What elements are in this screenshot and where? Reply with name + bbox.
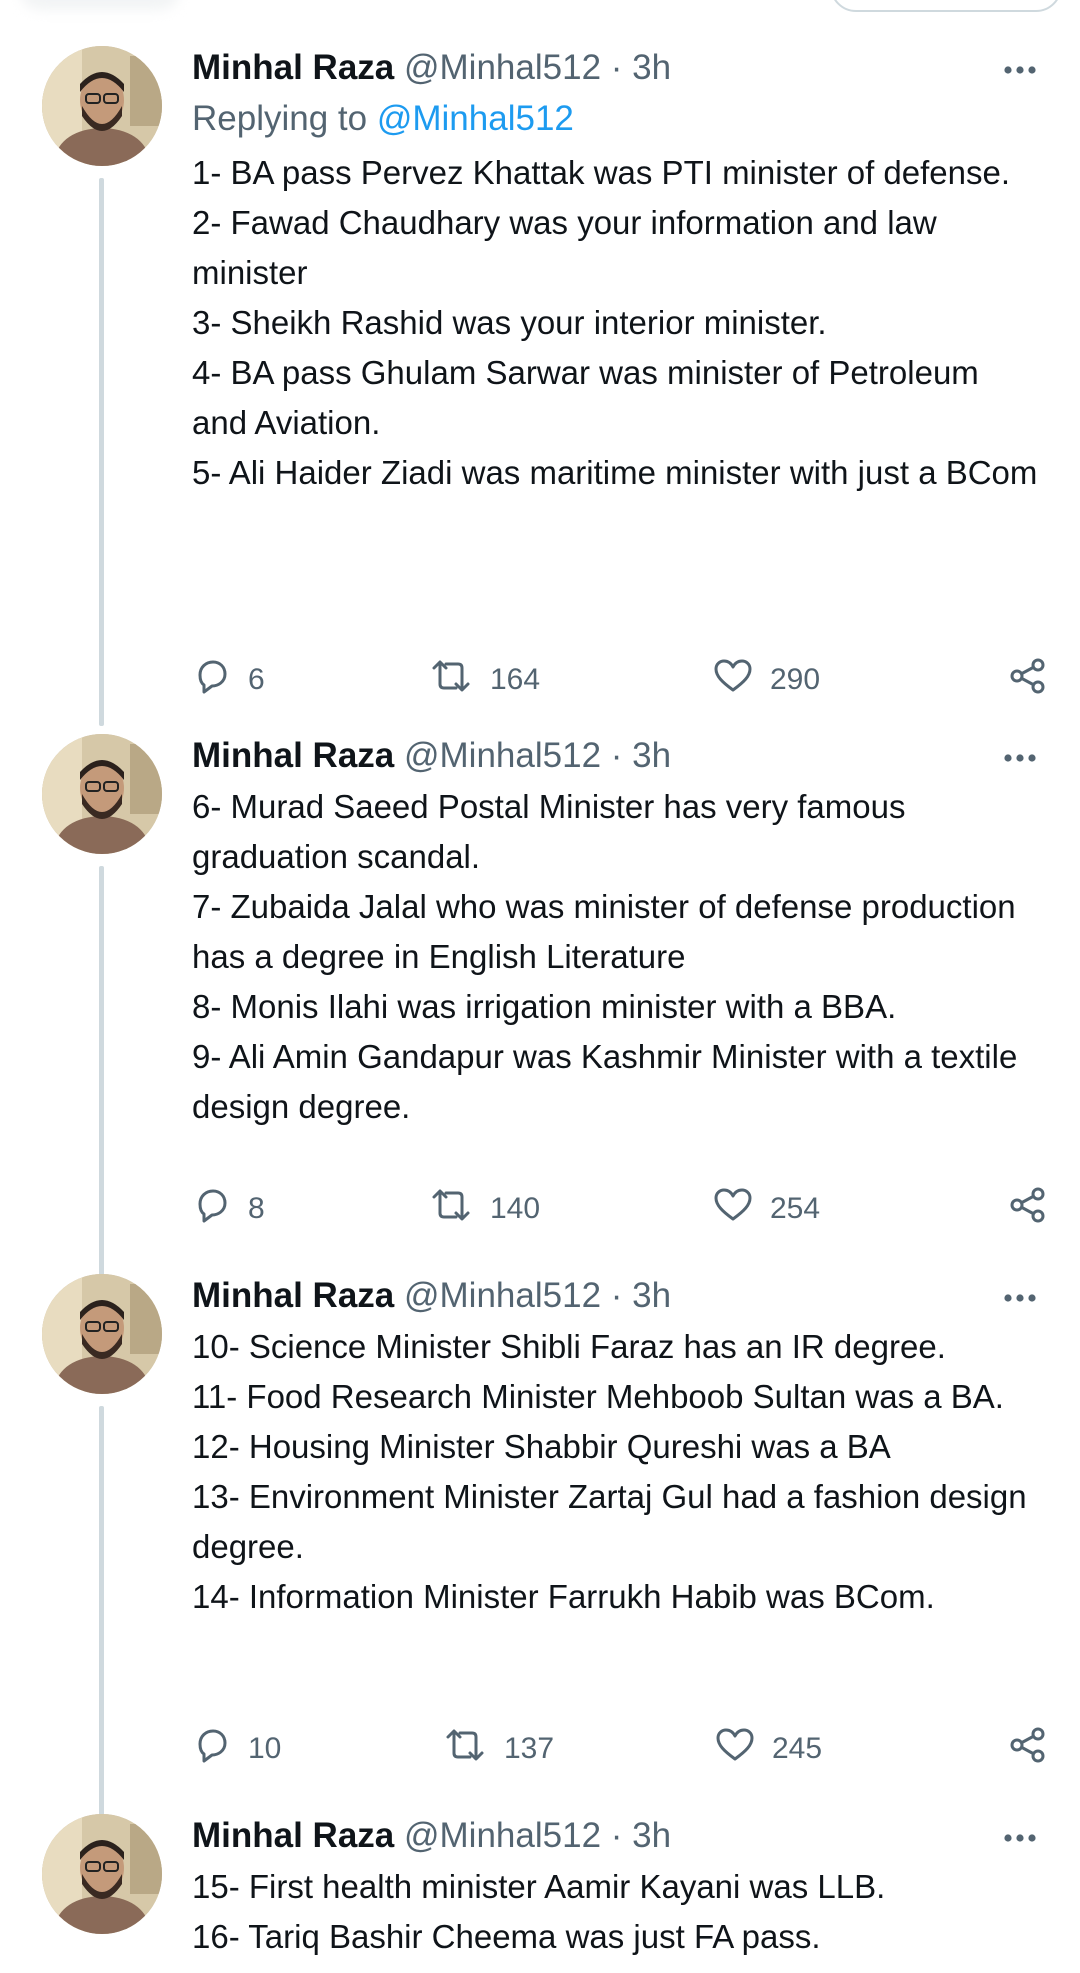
- user-handle[interactable]: @Minhal512: [404, 1276, 601, 1315]
- tweet-line: 3- Sheikh Rashid was your interior minis…: [192, 304, 827, 341]
- share-icon: [1008, 656, 1048, 704]
- tweet-thread: Minhal Raza @Minhal512 · 3h Replying to …: [0, 0, 1080, 1973]
- replying-to: Replying to @Minhal512: [192, 94, 1040, 144]
- more-options-icon[interactable]: [1000, 1816, 1040, 1856]
- retweet-icon: [428, 656, 474, 704]
- user-handle[interactable]: @Minhal512: [404, 1816, 601, 1855]
- tweet-line: 2- Fawad Chaudhary was your information …: [192, 204, 937, 291]
- separator: ·: [610, 1816, 623, 1855]
- heart-icon: [712, 1185, 754, 1233]
- tweet-content: Minhal Raza @Minhal512 · 3h 6- Murad Sae…: [192, 734, 1040, 1132]
- retweet-icon: [442, 1725, 488, 1773]
- avatar[interactable]: [42, 1274, 162, 1394]
- retweet-button[interactable]: 164: [428, 655, 540, 705]
- timestamp[interactable]: 3h: [632, 48, 671, 87]
- reply-icon: [192, 656, 232, 704]
- tweet-header: Minhal Raza @Minhal512 · 3h: [192, 1274, 1040, 1318]
- tweet-text: 10- Science Minister Shibli Faraz has an…: [192, 1322, 1040, 1622]
- tweet-line: 13- Environment Minister Zartaj Gul had …: [192, 1478, 1027, 1565]
- more-options-icon[interactable]: [1000, 1276, 1040, 1316]
- retweet-count: 140: [490, 1192, 541, 1225]
- display-name[interactable]: Minhal Raza: [192, 1276, 394, 1315]
- avatar[interactable]: [42, 1814, 162, 1934]
- reply-icon: [192, 1725, 232, 1773]
- tweet-text: 15- First health minister Aamir Kayani w…: [192, 1862, 1040, 1962]
- display-name[interactable]: Minhal Raza: [192, 48, 394, 87]
- thread-connector: [99, 178, 104, 726]
- user-handle[interactable]: @Minhal512: [404, 736, 601, 775]
- share-icon: [1008, 1725, 1048, 1773]
- reply-count: 10: [248, 1732, 282, 1765]
- tweet-text: 6- Murad Saeed Postal Minister has very …: [192, 782, 1040, 1132]
- more-options-icon[interactable]: [1000, 736, 1040, 776]
- heart-icon: [714, 1725, 756, 1773]
- retweet-icon: [428, 1185, 474, 1233]
- reply-button[interactable]: 6: [192, 655, 265, 705]
- tweet-content: Minhal Raza @Minhal512 · 3h 15- First he…: [192, 1814, 1040, 1962]
- timestamp[interactable]: 3h: [632, 1816, 671, 1855]
- display-name[interactable]: Minhal Raza: [192, 1816, 394, 1855]
- like-count: 245: [772, 1732, 823, 1765]
- replying-to-label: Replying to: [192, 99, 368, 138]
- avatar[interactable]: [42, 46, 162, 166]
- tweet-header: Minhal Raza @Minhal512 · 3h: [192, 734, 1040, 778]
- like-button[interactable]: 290: [712, 655, 820, 705]
- more-options-icon[interactable]: [1000, 48, 1040, 88]
- tweet-line: 10- Science Minister Shibli Faraz has an…: [192, 1328, 946, 1365]
- retweet-count: 137: [504, 1732, 555, 1765]
- reply-button[interactable]: 10: [192, 1724, 281, 1774]
- like-count: 290: [770, 663, 821, 696]
- heart-icon: [712, 656, 754, 704]
- like-button[interactable]: 245: [714, 1724, 822, 1774]
- timestamp[interactable]: 3h: [632, 1276, 671, 1315]
- reply-button[interactable]: 8: [192, 1184, 265, 1234]
- tweet-line: 15- First health minister Aamir Kayani w…: [192, 1868, 886, 1905]
- tweet-content: Minhal Raza @Minhal512 · 3h 10- Science …: [192, 1274, 1040, 1622]
- user-handle[interactable]: @Minhal512: [404, 48, 601, 87]
- reply-icon: [192, 1185, 232, 1233]
- tweet-line: 16- Tariq Bashir Cheema was just FA pass…: [192, 1918, 821, 1955]
- share-button[interactable]: [1008, 655, 1048, 705]
- share-icon: [1008, 1185, 1048, 1233]
- retweet-button[interactable]: 137: [442, 1724, 554, 1774]
- reply-count: 6: [248, 663, 265, 696]
- tweet-line: 11- Food Research Minister Mehboob Sulta…: [192, 1378, 1004, 1415]
- separator: ·: [610, 736, 623, 775]
- tweet-header: Minhal Raza @Minhal512 · 3h: [192, 1814, 1040, 1858]
- mention-link[interactable]: @Minhal512: [377, 99, 574, 138]
- avatar[interactable]: [42, 734, 162, 854]
- like-count: 254: [770, 1192, 821, 1225]
- like-button[interactable]: 254: [712, 1184, 820, 1234]
- display-name[interactable]: Minhal Raza: [192, 736, 394, 775]
- share-button[interactable]: [1008, 1184, 1048, 1234]
- tweet-line: 5- Ali Haider Ziadi was maritime ministe…: [192, 454, 1038, 491]
- tweet-line: 8- Monis Ilahi was irrigation minister w…: [192, 988, 897, 1025]
- tweet-actions: 8 140 254: [192, 1184, 1048, 1234]
- reply-count: 8: [248, 1192, 265, 1225]
- tweet-line: 9- Ali Amin Gandapur was Kashmir Ministe…: [192, 1038, 1018, 1125]
- tweet-text: 1- BA pass Pervez Khattak was PTI minist…: [192, 148, 1040, 498]
- tweet-line: 7- Zubaida Jalal who was minister of def…: [192, 888, 1016, 975]
- tweet-line: 4- BA pass Ghulam Sarwar was minister of…: [192, 354, 979, 441]
- tweet-line: 12- Housing Minister Shabbir Qureshi was…: [192, 1428, 891, 1465]
- share-button[interactable]: [1008, 1724, 1048, 1774]
- tweet-header: Minhal Raza @Minhal512 · 3h: [192, 46, 1040, 90]
- tweet-actions: 10 137 245: [192, 1724, 1048, 1774]
- timestamp[interactable]: 3h: [632, 736, 671, 775]
- separator: ·: [610, 48, 623, 87]
- tweet-line: 6- Murad Saeed Postal Minister has very …: [192, 788, 906, 875]
- tweet-line: 14- Information Minister Farrukh Habib w…: [192, 1578, 935, 1615]
- retweet-button[interactable]: 140: [428, 1184, 540, 1234]
- tweet-content: Minhal Raza @Minhal512 · 3h Replying to …: [192, 46, 1040, 498]
- tweet-line: 1- BA pass Pervez Khattak was PTI minist…: [192, 154, 1011, 191]
- tweet-actions: 6 164 290: [192, 655, 1048, 705]
- retweet-count: 164: [490, 663, 541, 696]
- separator: ·: [610, 1276, 623, 1315]
